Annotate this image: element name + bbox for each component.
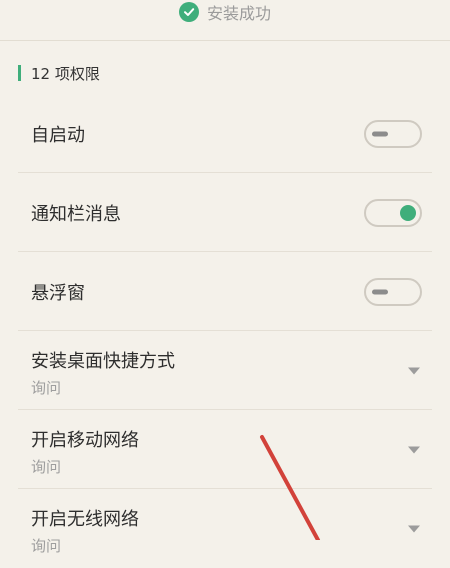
permissions-count-title: 12 项权限: [31, 64, 100, 83]
permission-row-wifi[interactable]: 开启无线网络 询问: [0, 489, 450, 568]
permission-label: 自启动: [31, 124, 85, 146]
permission-label: 开启无线网络: [31, 509, 139, 530]
autostart-toggle[interactable]: [364, 119, 422, 148]
check-circle-icon: [178, 2, 199, 22]
permission-row-desktop-shortcut[interactable]: 安装桌面快捷方式 询问: [0, 331, 450, 410]
install-status-text: 安装成功: [206, 4, 271, 23]
permission-row-floating-window[interactable]: 悬浮窗: [0, 252, 450, 331]
dropdown-arrow-icon[interactable]: [408, 367, 420, 374]
permission-list: 自启动 通知栏消息 悬浮窗 安装桌面快捷方式 询问 开启移动网络 询问 开启无线…: [0, 94, 450, 568]
install-status-bar: 安装成功: [0, 0, 450, 41]
dropdown-arrow-icon[interactable]: [408, 446, 420, 453]
permission-value: 询问: [31, 537, 62, 555]
permission-row-mobile-network[interactable]: 开启移动网络 询问: [0, 410, 450, 489]
floating-window-toggle[interactable]: [364, 277, 422, 306]
permission-value: 询问: [31, 458, 62, 476]
notification-toggle[interactable]: [364, 198, 422, 227]
permissions-section-header: 12 项权限: [18, 62, 100, 84]
permission-label: 开启移动网络: [31, 430, 139, 451]
toggle-on-indicator: [400, 204, 416, 221]
permission-row-notification[interactable]: 通知栏消息: [0, 173, 450, 252]
permission-value: 询问: [31, 379, 62, 397]
toggle-off-indicator: [372, 289, 388, 294]
permission-label: 悬浮窗: [31, 282, 85, 304]
dropdown-arrow-icon[interactable]: [408, 525, 420, 532]
permission-row-autostart[interactable]: 自启动: [0, 94, 450, 173]
toggle-off-indicator: [372, 131, 388, 136]
section-accent-bar: [18, 65, 21, 81]
install-status: 安装成功: [178, 0, 271, 24]
permission-label: 通知栏消息: [31, 203, 121, 225]
permission-label: 安装桌面快捷方式: [31, 351, 175, 372]
